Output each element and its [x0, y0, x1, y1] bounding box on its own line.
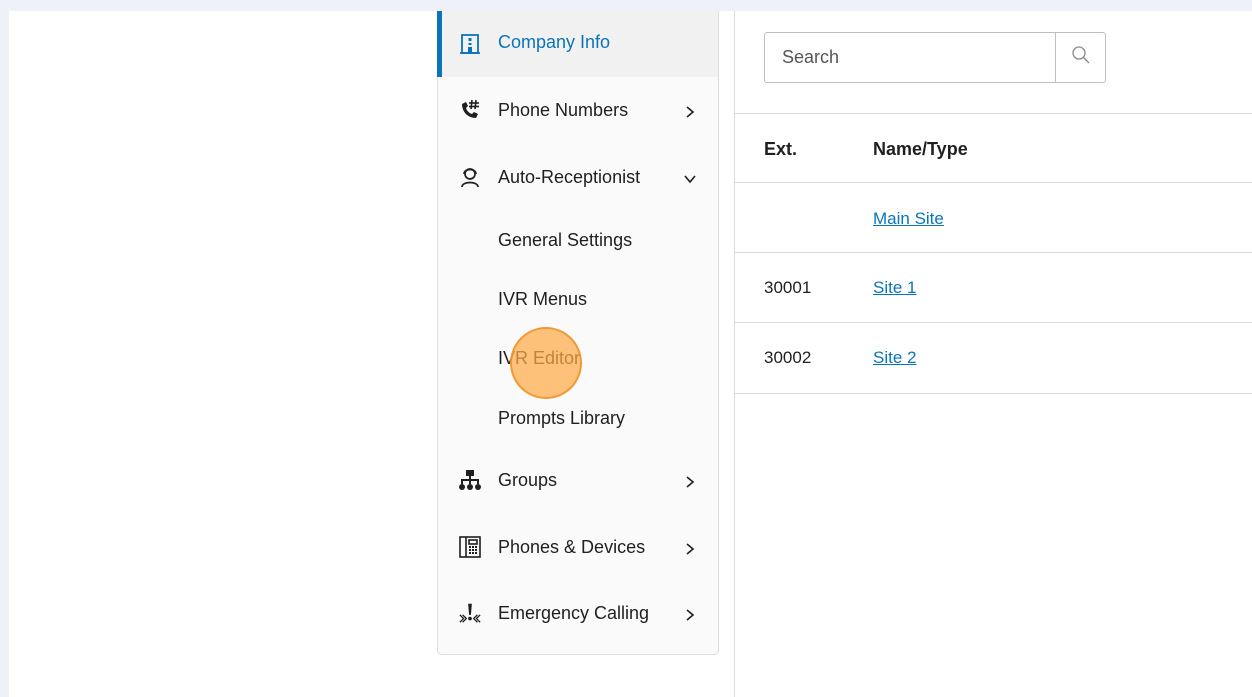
sidebar-item-label: Emergency Calling — [498, 603, 650, 623]
receptionist-icon — [458, 165, 482, 189]
org-chart-icon — [458, 468, 482, 492]
column-header-name-type: Name/Type — [873, 139, 968, 159]
sidebar-subitem-prompts-library[interactable]: Prompts Library — [498, 403, 625, 433]
search-icon — [1071, 45, 1091, 70]
row-divider — [735, 393, 1252, 394]
sidebar-item-label: Auto-Receptionist — [498, 167, 641, 187]
table-top-border — [735, 113, 1252, 114]
sidebar-item-phones-devices[interactable]: Phones & Devices — [438, 522, 718, 572]
chevron-down-icon — [683, 172, 697, 186]
sidebar-item-label: Company Info — [498, 32, 611, 52]
chevron-right-icon — [683, 105, 697, 119]
column-header-ext: Ext. — [764, 139, 798, 159]
row-ext: 30002 — [764, 348, 812, 367]
row-ext: 30001 — [764, 278, 812, 297]
row-name-link[interactable]: Site 2 — [873, 348, 916, 368]
building-icon — [458, 32, 482, 56]
window-frame-top — [0, 0, 1252, 11]
window-frame-left — [0, 0, 9, 697]
sidebar-item-company-info[interactable]: Company Info — [437, 11, 718, 77]
sidebar-subitem-general-settings[interactable]: General Settings — [498, 225, 632, 255]
sidebar-subitem-ivr-editor[interactable]: IVR Editor — [498, 343, 580, 373]
sidebar-subitem-ivr-menus[interactable]: IVR Menus — [498, 284, 587, 314]
sidebar-item-label: Phone Numbers — [498, 100, 629, 120]
chevron-right-icon — [683, 475, 697, 489]
search-box — [764, 32, 1106, 83]
row-name-link[interactable]: Main Site — [873, 209, 944, 229]
chevron-right-icon — [683, 608, 697, 622]
sidebar-item-label: Phones & Devices — [498, 537, 646, 557]
settings-sidebar: Company Info Phone Numbers Auto-Receptio… — [437, 11, 719, 655]
search-button[interactable] — [1055, 33, 1105, 82]
sidebar-item-phone-numbers[interactable]: Phone Numbers — [438, 86, 718, 136]
sidebar-item-label: Groups — [498, 470, 558, 490]
sidebar-item-groups[interactable]: Groups — [438, 455, 718, 505]
table-header-border — [735, 182, 1252, 183]
emergency-icon — [458, 601, 482, 625]
phone-hash-icon — [458, 98, 482, 122]
row-name-link[interactable]: Site 1 — [873, 278, 916, 298]
row-divider — [735, 322, 1252, 323]
search-input[interactable] — [765, 33, 1055, 82]
row-divider — [735, 252, 1252, 253]
chevron-right-icon — [683, 542, 697, 556]
sidebar-item-auto-receptionist[interactable]: Auto-Receptionist — [438, 153, 718, 203]
sidebar-item-emergency-calling[interactable]: Emergency Calling — [438, 588, 718, 638]
desk-phone-icon — [458, 535, 482, 559]
